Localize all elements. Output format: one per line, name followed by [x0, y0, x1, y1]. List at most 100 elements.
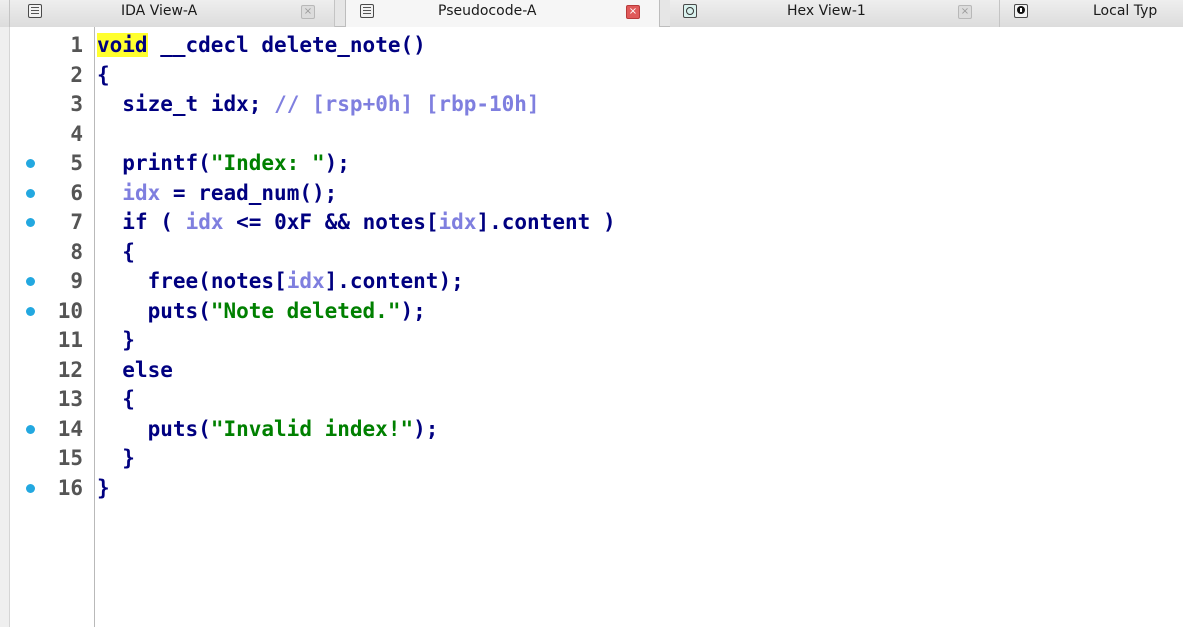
string-literal: "Invalid index!" [210, 416, 414, 441]
code-line[interactable]: idx = read_num(); [97, 179, 337, 208]
tab-pseudocode-a[interactable]: Pseudocode-A × [345, 0, 660, 27]
gutter-row: 8 [10, 238, 95, 267]
close-icon[interactable]: × [301, 5, 315, 19]
punctuation: ; [248, 92, 262, 116]
punctuation: () [400, 33, 426, 57]
punctuation: } [122, 328, 135, 352]
breakpoint-dot-icon[interactable] [26, 188, 35, 198]
identifier: content [501, 210, 591, 234]
identifier: notes [362, 210, 426, 234]
code-line[interactable]: } [97, 474, 110, 503]
gutter-row: 11 [10, 326, 95, 355]
gutter-row: 3 [10, 90, 95, 119]
line-number: 13 [57, 387, 83, 411]
keyword: size_t [122, 92, 199, 116]
code-line[interactable]: else [97, 356, 173, 385]
punctuation: ); [400, 298, 426, 323]
code-line[interactable]: { [97, 238, 135, 267]
code-line[interactable]: if ( idx <= 0xF && notes[idx].content ) [97, 208, 616, 237]
code-line[interactable]: { [97, 385, 135, 414]
number-literal: 0xF [274, 210, 313, 234]
gutter-row: 13 [10, 385, 95, 414]
punctuation: ( [198, 151, 211, 175]
breakpoint-dot-icon[interactable] [26, 424, 35, 434]
line-number: 9 [70, 269, 83, 293]
gutter-row: 6 [10, 179, 95, 208]
breakpoint-dot-icon[interactable] [26, 159, 35, 168]
gutter-row: 4 [10, 120, 95, 149]
identifier: idx [210, 92, 249, 116]
identifier: printf [122, 151, 199, 175]
variable: idx [122, 180, 161, 205]
punctuation: [ [425, 210, 439, 234]
line-number: 14 [57, 416, 83, 441]
punctuation: ( [160, 210, 173, 234]
doc-icon [360, 4, 374, 18]
punctuation: ]. [476, 210, 502, 234]
gutter-row: 14 [10, 415, 95, 444]
code-line[interactable]: size_t idx; // [rsp+0h] [rbp-10h] [97, 90, 540, 119]
highlighted-keyword: void [97, 33, 148, 57]
gutter-row: 7 [10, 208, 95, 237]
punctuation: = [172, 180, 186, 205]
code-line[interactable]: void __cdecl delete_note() [97, 31, 426, 60]
left-strip [0, 27, 10, 627]
punctuation: ( [198, 269, 211, 293]
breakpoint-dot-icon[interactable] [26, 218, 35, 227]
line-number: 8 [70, 239, 83, 264]
tab-hex-view-1[interactable]: Hex View-1 × [670, 0, 1000, 27]
code-line[interactable]: printf("Index: "); [97, 149, 350, 178]
gutter-row: 15 [10, 444, 95, 473]
code-line[interactable]: free(notes[idx].content); [97, 267, 464, 296]
tab-label: Pseudocode-A [438, 3, 537, 19]
gutter-row: 12 [10, 356, 95, 385]
keyword: else [122, 357, 173, 382]
close-icon[interactable]: × [958, 5, 972, 19]
identifier: notes [210, 269, 275, 293]
code-line[interactable]: } [97, 444, 135, 473]
tab-ida-view-a[interactable]: IDA View-A × [10, 0, 335, 27]
comment: // [rsp+0h] [rbp-10h] [274, 92, 540, 116]
breakpoint-dot-icon[interactable] [26, 277, 35, 286]
variable: idx [286, 269, 325, 293]
line-number: 6 [70, 180, 83, 205]
identifier: read_num [198, 180, 300, 205]
close-icon[interactable]: × [626, 5, 640, 19]
punctuation: { [97, 62, 110, 87]
gutter-row: 9 [10, 267, 95, 296]
tab-local-types[interactable]: Local Typ [1000, 0, 1183, 27]
pseudocode-editor[interactable]: 1 2 3 4 5 6 7 8 9 10 11 12 13 14 15 16 void __cdecl del… [0, 27, 1183, 627]
line-number: 11 [57, 328, 83, 352]
gutter-row: 5 [10, 149, 95, 178]
punctuation: ); [413, 416, 439, 441]
tab-label: Local Typ [1093, 3, 1158, 19]
string-literal: "Note deleted." [210, 298, 401, 323]
code-line[interactable]: puts("Note deleted."); [97, 297, 426, 326]
gutter-row: 1 [10, 31, 95, 60]
breakpoint-dot-icon[interactable] [26, 306, 35, 316]
punctuation: ); [324, 151, 350, 175]
code-line[interactable]: { [97, 61, 110, 90]
keyword: if [122, 210, 148, 234]
breakpoint-dot-icon[interactable] [26, 483, 35, 493]
identifier: puts [147, 416, 199, 441]
line-number: 12 [57, 357, 83, 382]
identifier: delete_note [261, 33, 401, 57]
code-line[interactable]: puts("Invalid index!"); [97, 415, 439, 444]
punctuation: (); [299, 180, 338, 205]
code-area[interactable]: void __cdecl delete_note(){ size_t idx; … [97, 27, 1183, 627]
punctuation: ) [602, 210, 616, 234]
code-line[interactable]: } [97, 326, 135, 355]
punctuation: ]. [324, 269, 350, 293]
line-number: 5 [70, 151, 83, 175]
gutter-row: 16 [10, 474, 95, 503]
